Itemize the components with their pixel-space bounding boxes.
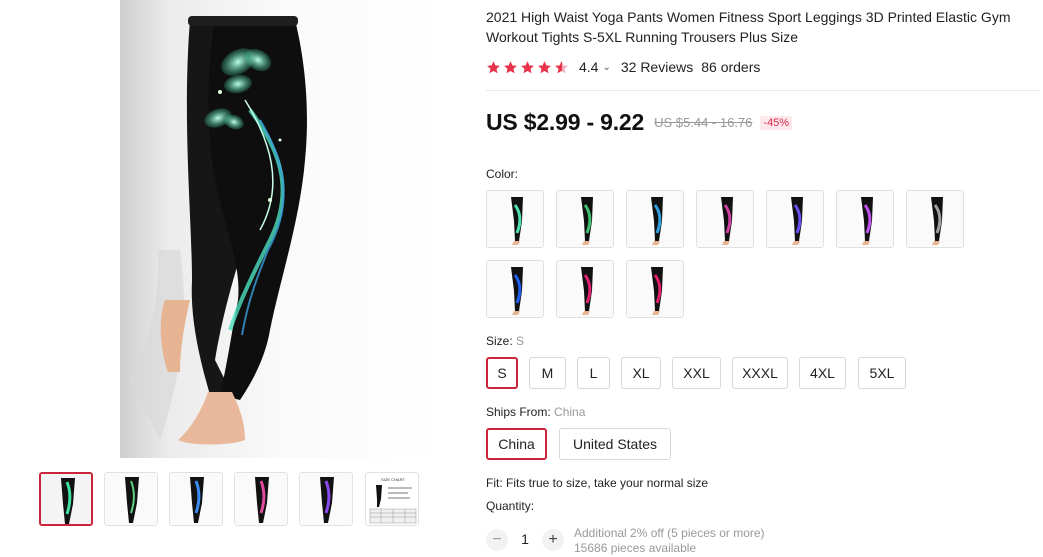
color-swatch-3[interactable] — [626, 190, 684, 248]
thumbnail-size-chart[interactable]: SIZE CHART — [365, 472, 419, 526]
color-swatch-9[interactable] — [556, 260, 614, 318]
chevron-down-icon[interactable]: ⌄ — [602, 62, 610, 73]
color-swatch-10[interactable] — [626, 260, 684, 318]
thumbnail-strip: SIZE CHART — [39, 472, 419, 526]
original-price: US $5.44 - 16.76 — [654, 115, 753, 130]
fit-note: Fit: Fits true to size, take your normal… — [486, 476, 709, 490]
leggings-image — [120, 0, 442, 458]
size-selected-value: S — [516, 334, 525, 348]
size-label-text: Size: — [486, 334, 513, 348]
stock-available: 15686 pieces available — [574, 541, 697, 555]
ships-from-label-text: Ships From: — [486, 405, 551, 419]
ships-from-label: Ships From: China — [486, 405, 585, 419]
orders-count: 86 orders — [701, 59, 761, 75]
price-row: US $2.99 - 9.22 US $5.44 - 16.76 -45% — [486, 109, 793, 136]
color-swatch-5[interactable] — [766, 190, 824, 248]
thumbnail-5[interactable] — [299, 472, 353, 526]
quantity-input[interactable]: 1 — [515, 531, 535, 547]
color-label: Color: — [486, 167, 519, 181]
thumbnail-1[interactable] — [39, 472, 93, 526]
size-option-s[interactable]: S — [486, 357, 518, 389]
thumbnail-4[interactable] — [234, 472, 288, 526]
color-swatch-8[interactable] — [486, 260, 544, 318]
color-swatch-4[interactable] — [696, 190, 754, 248]
color-swatch-2[interactable] — [556, 190, 614, 248]
size-option-5xl[interactable]: 5XL — [858, 357, 906, 389]
thumbnail-2[interactable] — [104, 472, 158, 526]
size-option-m[interactable]: M — [529, 357, 566, 389]
size-option-xxl[interactable]: XXL — [672, 357, 721, 389]
quantity-note: Additional 2% off (5 pieces or more) 156… — [574, 526, 765, 556]
ships-option-china[interactable]: China — [486, 428, 547, 460]
star-icon — [504, 60, 517, 73]
star-icon — [487, 60, 500, 73]
color-swatch-6[interactable] — [836, 190, 894, 248]
rating-score[interactable]: 4.4 — [579, 59, 598, 75]
main-product-image[interactable] — [120, 0, 442, 458]
reviews-link[interactable]: 32 Reviews — [621, 59, 693, 75]
color-swatch-7[interactable] — [906, 190, 964, 248]
thumbnail-3[interactable] — [169, 472, 223, 526]
divider — [486, 90, 1040, 91]
discount-badge: -45% — [760, 115, 793, 130]
star-icon — [521, 60, 534, 73]
size-option-xl[interactable]: XL — [621, 357, 661, 389]
quantity-decrease-button[interactable]: − — [486, 529, 508, 551]
current-price: US $2.99 - 9.22 — [486, 109, 645, 135]
color-swatch-1[interactable] — [486, 190, 544, 248]
rating-row: 4.4 ⌄ 32 Reviews 86 orders — [486, 57, 760, 77]
size-option-xxxl[interactable]: XXXL — [732, 357, 788, 389]
star-icon — [538, 60, 551, 73]
star-half-icon — [555, 60, 568, 73]
quantity-label: Quantity: — [486, 499, 535, 513]
star-rating — [486, 60, 571, 75]
ships-from-selected-value: China — [554, 405, 586, 419]
quantity-increase-button[interactable]: + — [542, 529, 564, 551]
size-option-4xl[interactable]: 4XL — [799, 357, 846, 389]
bulk-discount-note: Additional 2% off (5 pieces or more) — [574, 526, 765, 540]
size-chart-label: SIZE CHART — [381, 477, 405, 482]
size-option-l[interactable]: L — [577, 357, 610, 389]
ships-option-united-states[interactable]: United States — [559, 428, 671, 460]
size-label: Size: S — [486, 334, 524, 348]
product-title: 2021 High Waist Yoga Pants Women Fitness… — [486, 9, 1011, 45]
